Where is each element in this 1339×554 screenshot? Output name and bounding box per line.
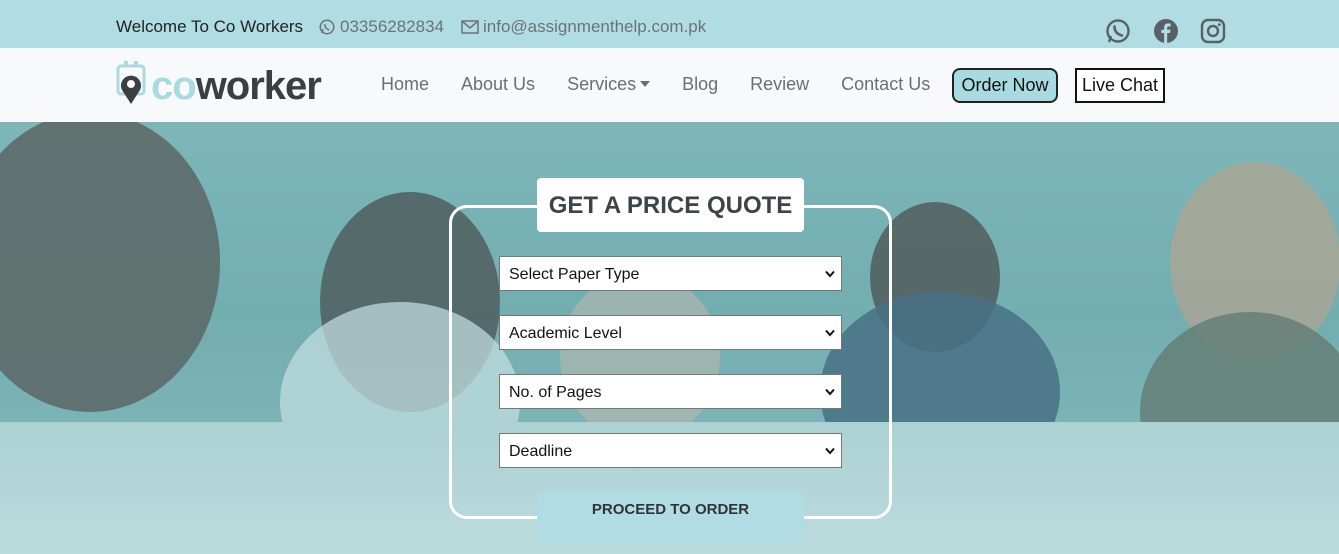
quote-title: GET A PRICE QUOTE [537,178,804,232]
whatsapp-icon[interactable] [1105,18,1131,44]
caret-down-icon [640,80,651,87]
order-now-button[interactable]: Order Now [952,68,1058,103]
nav-services-dropdown[interactable]: Services [567,74,651,95]
envelope-icon [461,20,479,34]
top-bar: Welcome To Co Workers 03356282834 info@a… [0,0,1339,48]
email-contact[interactable]: info@assignmenthelp.com.pk [461,17,706,37]
paper-type-select[interactable]: Select Paper Type [499,256,842,291]
email-address: info@assignmenthelp.com.pk [483,17,707,36]
nav-about-us[interactable]: About Us [461,74,535,95]
brand-logo[interactable]: coworker [115,60,322,108]
phone-number: 03356282834 [340,17,445,36]
pages-value: No. of Pages [509,384,602,401]
nav-review[interactable]: Review [750,74,809,95]
deadline-select[interactable]: Deadline [499,433,842,468]
nav-contact-us[interactable]: Contact Us [841,74,930,95]
paper-type-value: Select Paper Type [509,266,640,283]
nav-blog[interactable]: Blog [682,74,718,95]
hero-section: GET A PRICE QUOTE Select Paper Type Acad… [0,122,1339,554]
chevron-down-icon [825,270,835,278]
facebook-icon[interactable] [1153,18,1179,44]
location-pin-icon [116,61,146,104]
academic-level-value: Academic Level [509,325,622,342]
academic-level-select[interactable]: Academic Level [499,315,842,350]
live-chat-button[interactable]: Live Chat [1075,68,1165,103]
chevron-down-icon [825,447,835,455]
brand-wordmark: coworker [151,64,322,108]
main-navbar: coworker Home About Us Services Blog Rev… [0,48,1339,122]
chevron-down-icon [825,388,835,396]
nav-home[interactable]: Home [381,74,429,95]
quote-form-frame [449,205,892,519]
deadline-value: Deadline [509,443,573,460]
whatsapp-small-icon [319,19,335,35]
welcome-text: Welcome To Co Workers [116,17,304,36]
chevron-down-icon [825,329,835,337]
pages-select[interactable]: No. of Pages [499,374,842,409]
phone-contact[interactable]: 03356282834 [318,17,444,37]
instagram-icon[interactable] [1200,18,1226,44]
nav-links: Home About Us Services Blog Review Conta… [381,74,962,95]
proceed-to-order-button[interactable]: PROCEED TO ORDER [537,492,804,542]
